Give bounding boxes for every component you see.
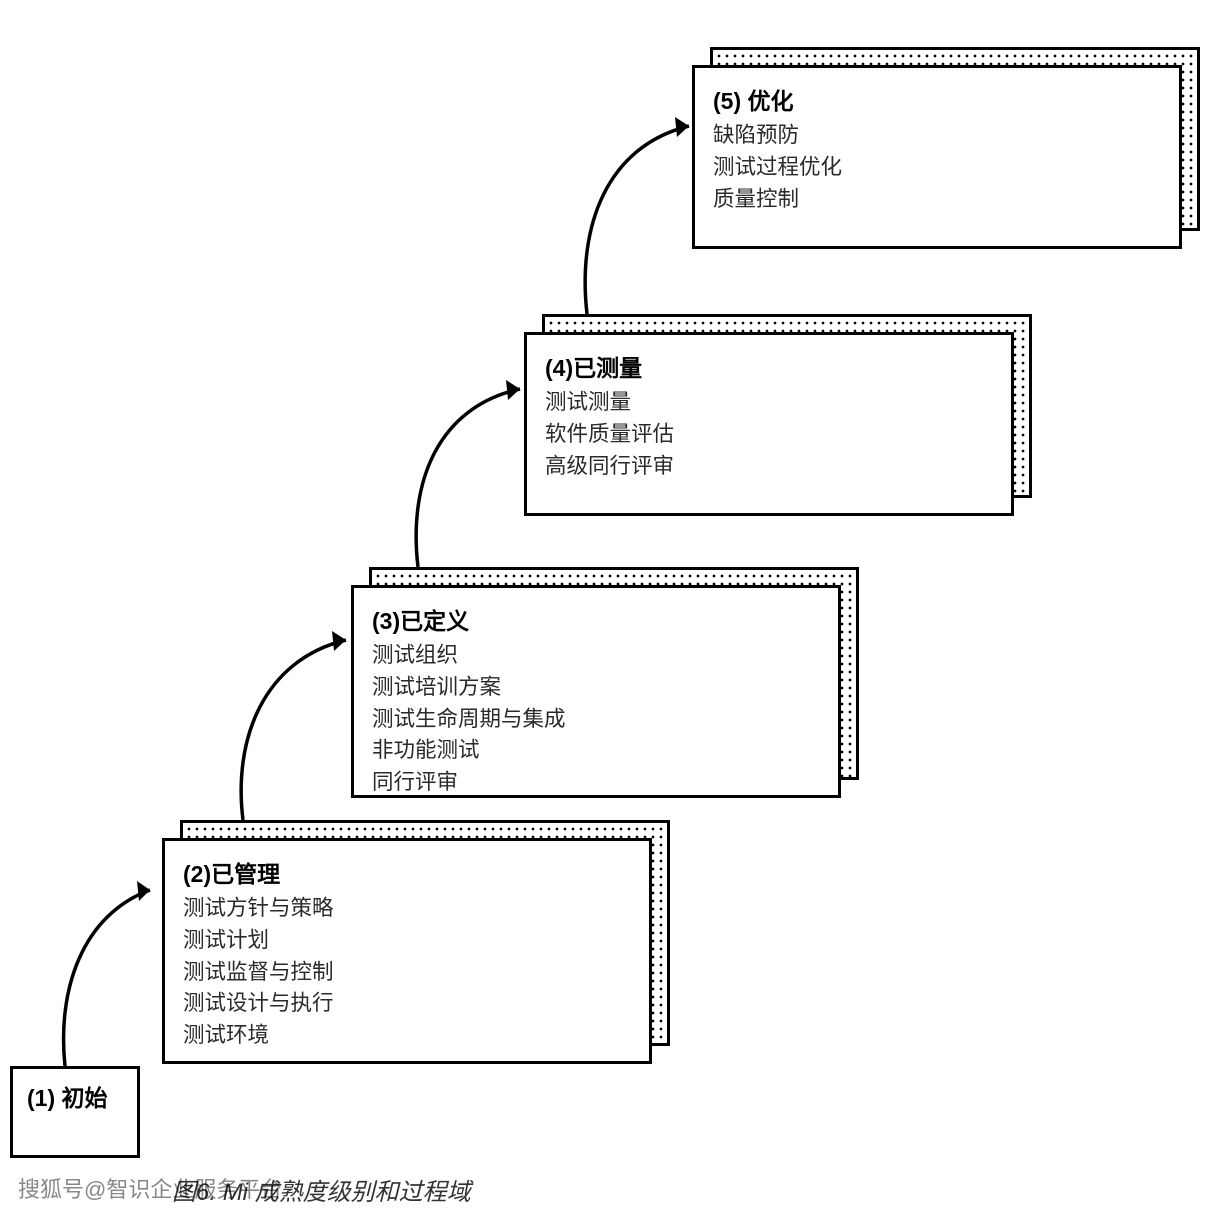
level-2-item: 测试方针与策略 [183,893,631,925]
level-3-title: (3)已定义 [372,602,820,636]
level-1-title: (1) 初始 [27,1079,123,1113]
level-4-box: (4)已测量 测试测量 软件质量评估 高级同行评审 [524,332,1014,516]
level-2-item: 测试环境 [183,1020,631,1052]
level-5-title: (5) 优化 [713,82,1161,116]
level-3-item: 测试组织 [372,640,820,672]
level-5-item: 质量控制 [713,184,1161,216]
arrow-2-to-3 [228,622,368,842]
level-3-box: (3)已定义 测试组织 测试培训方案 测试生命周期与集成 非功能测试 同行评审 [351,585,841,798]
level-3-item: 非功能测试 [372,735,820,767]
level-3-item: 测试培训方案 [372,672,820,704]
level-5-box: (5) 优化 缺陷预防 测试过程优化 质量控制 [692,65,1182,249]
arrow-4-to-5 [572,108,712,318]
level-4-title: (4)已测量 [545,349,993,383]
level-2-title: (2)已管理 [183,855,631,889]
level-4-item: 高级同行评审 [545,451,993,483]
level-4-item: 测试测量 [545,387,993,419]
diagram-canvas: (1) 初始 (2)已管理 测试方针与策略 测试计划 测试监督与控制 测试设计与… [0,0,1217,1214]
level-2-item: 测试计划 [183,925,631,957]
level-5-item: 缺陷预防 [713,120,1161,152]
level-4-item: 软件质量评估 [545,419,993,451]
level-5-item: 测试过程优化 [713,152,1161,184]
level-2-item: 测试设计与执行 [183,988,631,1020]
arrow-3-to-4 [403,372,543,572]
level-1-box: (1) 初始 [10,1066,140,1158]
arrow-1-to-2 [52,870,172,1070]
watermark-label: 搜狐号@智识企业服务平台 [18,1172,282,1204]
level-3-item: 测试生命周期与集成 [372,704,820,736]
level-2-item: 测试监督与控制 [183,957,631,989]
level-3-item: 同行评审 [372,767,820,798]
level-2-box: (2)已管理 测试方针与策略 测试计划 测试监督与控制 测试设计与执行 测试环境 [162,838,652,1064]
